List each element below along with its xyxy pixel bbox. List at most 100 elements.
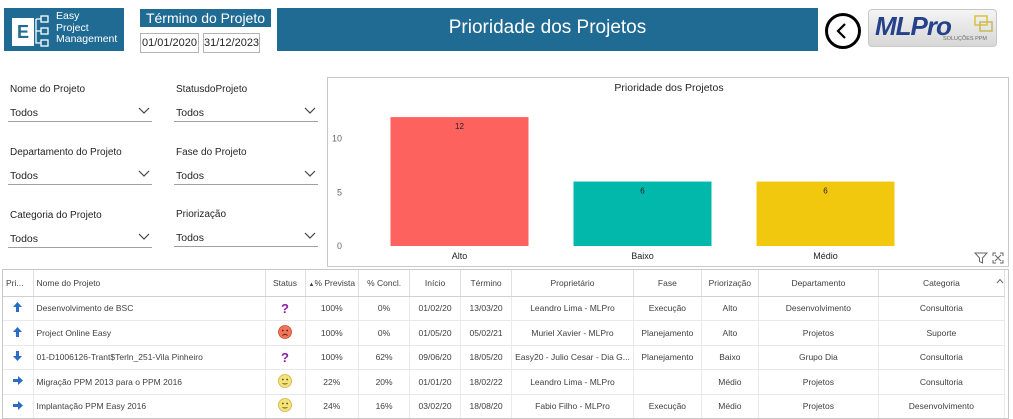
slicer-nome-projeto[interactable]: Todos <box>8 101 152 122</box>
cell-concl: 0% <box>358 296 411 321</box>
chevron-down-icon <box>304 170 316 177</box>
col-header-termino[interactable]: Término <box>460 270 513 297</box>
arrow-down-icon <box>3 345 34 370</box>
cell-nome: Project Online Easy <box>33 320 266 346</box>
cell-proprietario: Fabio Filho - MLPro <box>511 394 634 418</box>
cell-categoria: Desenvolvimento <box>878 394 1005 418</box>
cell-fase <box>633 369 702 395</box>
cell-nome: Implantação PPM Easy 2016 <box>33 394 266 418</box>
cell-concl: 62% <box>358 345 411 370</box>
cell-departamento: Projetos <box>758 369 879 395</box>
logo-line: Management <box>56 33 118 45</box>
network-icon <box>35 15 49 47</box>
cell-termino: 13/03/20 <box>460 296 513 321</box>
table-row[interactable]: Desenvolvimento de BSC? 100% 0% 01/02/20 13/… <box>3 296 1005 321</box>
cell-priorizacao: Alto <box>701 296 759 321</box>
cell-concl: 20% <box>358 369 411 395</box>
cell-nome: Migração PPM 2013 para o PPM 2016 <box>33 369 266 395</box>
slicer-value: Todos <box>10 170 39 182</box>
col-header-status[interactable]: Status <box>265 270 306 297</box>
chevron-down-icon <box>304 232 316 239</box>
arrow-right-icon <box>3 394 34 418</box>
data-label: 6 <box>823 187 828 196</box>
data-label: 6 <box>640 187 645 196</box>
arrow-up-icon <box>3 296 34 321</box>
table-header-row: Pri... Nome do Projeto Status ▲% Previst… <box>3 270 1005 297</box>
chevron-down-icon <box>138 233 150 240</box>
brand-name: MLPro <box>875 11 952 41</box>
chevron-left-icon <box>836 23 846 39</box>
date-end-input[interactable]: 31/12/2023 <box>203 33 260 53</box>
scroll-up-icon[interactable] <box>996 278 1004 284</box>
sad-face-icon <box>265 320 306 346</box>
col-header-fase[interactable]: Fase <box>633 270 702 297</box>
col-header-departamento[interactable]: Departamento <box>758 270 879 297</box>
col-header-priorizacao[interactable]: Priorização <box>701 270 759 297</box>
cell-termino: 18/02/22 <box>460 369 513 395</box>
logo-letter: E <box>12 18 34 46</box>
col-header-prevista[interactable]: ▲% Prevista <box>305 270 360 297</box>
col-header-prioridade[interactable]: Pri... <box>3 270 34 297</box>
logo-line: Easy <box>56 10 80 22</box>
cell-proprietario: Leandro Lima - MLPro <box>511 296 634 321</box>
brand-logo: MLPro SOLUÇÕES PPM <box>868 9 997 47</box>
cell-prevista: 100% <box>305 320 360 346</box>
cell-fase: Planejamento <box>633 320 702 346</box>
cell-priorizacao: Médio <box>701 369 759 395</box>
slicer-label: Priorização <box>176 209 227 220</box>
cell-inicio: 01/05/20 <box>409 320 462 346</box>
projects-grid: Pri... Nome do Projeto Status ▲% Previst… <box>3 270 1005 418</box>
x-tick-label: Alto <box>452 251 468 261</box>
table-row[interactable]: Migração PPM 2013 para o PPM 2016 22% 20% 0… <box>3 369 1005 395</box>
table-row[interactable]: Project Online Easy 100% 0% 01/05/20 05/02/2… <box>3 320 1005 346</box>
chevron-down-icon <box>138 170 150 177</box>
cell-fase: Planejamento <box>633 345 702 370</box>
table-row[interactable]: 01-D1006126-Trant$Terln_251-Vila Pinheir… <box>3 345 1005 370</box>
date-start-input[interactable]: 01/01/2020 <box>140 33 199 53</box>
col-header-inicio[interactable]: Início <box>409 270 462 297</box>
cell-termino: 18/08/20 <box>460 394 513 418</box>
y-tick-label: 5 <box>337 187 342 197</box>
col-header-nome[interactable]: Nome do Projeto <box>33 270 266 297</box>
slicer-label: Nome do Projeto <box>10 84 86 95</box>
col-header-categoria[interactable]: Categoria <box>878 270 1005 297</box>
slicer-value: Todos <box>10 107 39 119</box>
cell-nome: Desenvolvimento de BSC <box>33 296 266 321</box>
slicer-label: StatusdoProjeto <box>176 84 248 95</box>
table-row[interactable]: Implantação PPM Easy 2016 24% 16% 03/02/20 1… <box>3 394 1005 418</box>
slicer-label: Categoria do Projeto <box>10 210 102 221</box>
cell-prevista: 100% <box>305 345 360 370</box>
neutral-face-icon <box>265 369 306 395</box>
slicer-status-projeto[interactable]: Todos <box>174 101 318 122</box>
cell-departamento: Desenvolvimento <box>758 296 879 321</box>
cell-inicio: 01/02/20 <box>409 296 462 321</box>
col-header-concl[interactable]: % Concl. <box>358 270 411 297</box>
y-tick-label: 10 <box>332 134 342 144</box>
back-button[interactable] <box>825 13 861 49</box>
slicer-priorizacao[interactable]: Todos <box>174 226 318 247</box>
cell-proprietario: Leandro Lima - MLPro <box>511 369 634 395</box>
question-icon: ? <box>265 345 306 370</box>
cell-prevista: 24% <box>305 394 360 418</box>
slicer-categoria[interactable]: Todos <box>8 227 152 248</box>
termino-title: Término do Projeto <box>140 9 271 27</box>
brand-mark-icon <box>974 15 993 32</box>
bar-0[interactable] <box>390 117 529 246</box>
cell-categoria: Suporte <box>878 320 1005 346</box>
cell-departamento: Projetos <box>758 394 879 418</box>
slicer-departamento[interactable]: Todos <box>8 164 152 185</box>
cell-departamento: Grupo Dia <box>758 345 879 370</box>
chevron-down-icon <box>138 107 150 114</box>
neutral-face-icon <box>265 394 306 418</box>
cell-nome: 01-D1006126-Trant$Terln_251-Vila Pinheir… <box>33 345 266 370</box>
filter-icon[interactable] <box>974 252 988 264</box>
col-header-proprietario[interactable]: Proprietário <box>511 270 634 297</box>
col-header-label: % Prevista <box>314 277 356 288</box>
cell-priorizacao: Médio <box>701 394 759 418</box>
cell-categoria: Consultoria <box>878 369 1005 395</box>
x-tick-label: Médio <box>813 251 838 261</box>
slicer-fase[interactable]: Todos <box>174 164 318 185</box>
cell-termino: 05/02/21 <box>460 320 513 346</box>
focus-mode-icon[interactable] <box>992 252 1004 264</box>
priority-chart: Prioridade dos Projetos 0 5 10 12 Alto 6 Baixo… <box>327 77 1009 267</box>
